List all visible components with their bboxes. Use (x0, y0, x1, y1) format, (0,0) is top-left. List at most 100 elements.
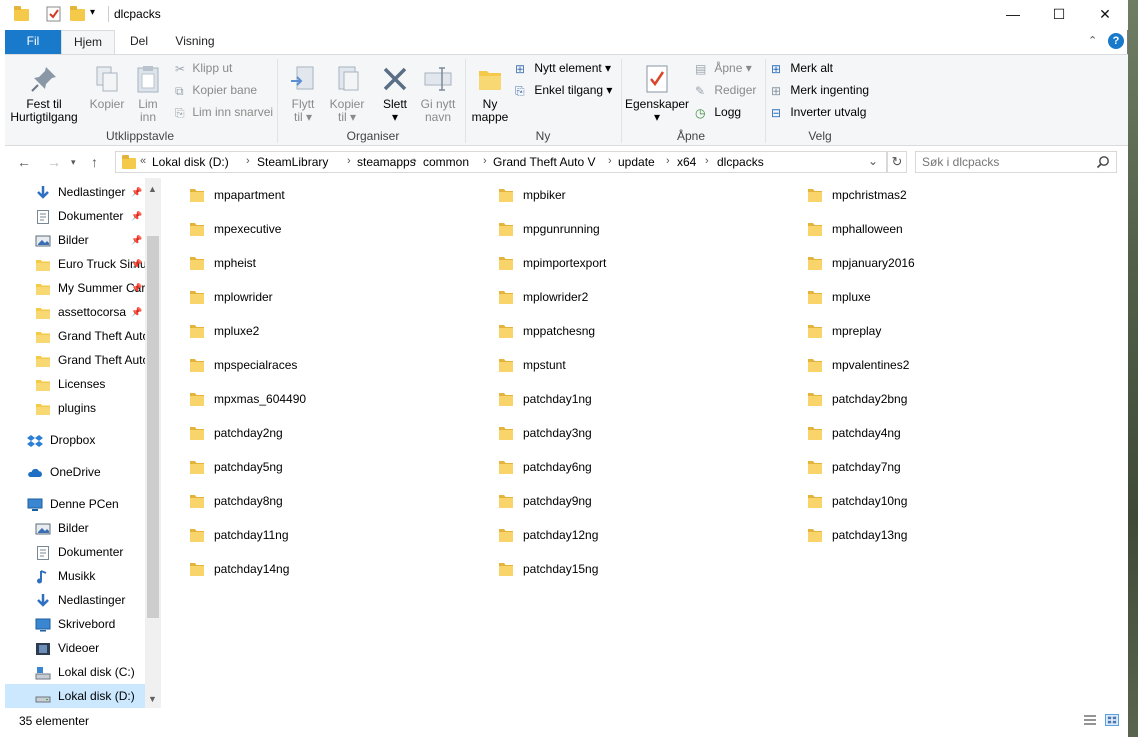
help-icon[interactable]: ? (1108, 33, 1124, 49)
select-none-button[interactable]: ⊞ Merk ingenting (771, 81, 869, 101)
folder-item[interactable]: patchday11ng (161, 524, 401, 548)
nav-item-quick-access[interactable]: Grand Theft Auto (5, 324, 145, 348)
minimize-button[interactable]: — (990, 0, 1036, 30)
nav-item-dropbox[interactable]: Dropbox (5, 428, 145, 452)
large-icons-view-icon[interactable] (1105, 714, 1119, 726)
crumb-lokal-disk[interactable]: Lokal disk (D:) (152, 155, 229, 169)
nav-item-this-pc-child[interactable]: Nedlastinger (5, 588, 145, 612)
nav-item-quick-access[interactable]: Nedlastinger 📌 (5, 180, 145, 204)
folder-item[interactable]: mphalloween (779, 218, 1019, 242)
folder-item[interactable]: mpimportexport (470, 252, 710, 276)
history-button[interactable]: ◷ Logg (695, 103, 741, 123)
search-icon[interactable] (1096, 155, 1110, 169)
folder-item[interactable]: mpchristmas2 (779, 184, 1019, 208)
nav-item-quick-access[interactable]: Bilder 📌 (5, 228, 145, 252)
nav-item-quick-access[interactable]: Dokumenter 📌 (5, 204, 145, 228)
recent-dropdown-icon[interactable]: ▾ (71, 157, 76, 168)
paste-shortcut-button[interactable]: ⎘ Lim inn snarvei (175, 103, 273, 123)
rename-button[interactable]: Gi nytt navn (415, 63, 461, 124)
nav-item-this-pc-child[interactable]: Skrivebord (5, 612, 145, 636)
nav-item-this-pc-child[interactable]: Lokal disk (D:) (5, 684, 145, 708)
scroll-thumb[interactable] (147, 236, 159, 618)
folder-item[interactable]: mpxmas_604490 (161, 388, 401, 412)
close-button[interactable]: ✕ (1082, 0, 1128, 30)
folder-item[interactable]: patchday1ng (470, 388, 710, 412)
folder-item[interactable]: patchday14ng (161, 558, 401, 582)
nav-item-this-pc-child[interactable]: Lokal disk (C:) (5, 660, 145, 684)
folder-item[interactable]: patchday3ng (470, 422, 710, 446)
maximize-button[interactable]: ☐ (1036, 0, 1082, 30)
search-box[interactable] (915, 151, 1117, 173)
refresh-button[interactable]: ↻ (887, 151, 907, 173)
folder-item[interactable]: mpgunrunning (470, 218, 710, 242)
invert-selection-button[interactable]: ⊟ Inverter utvalg (771, 103, 866, 123)
crumb-common[interactable]: common (423, 155, 469, 169)
folder-item[interactable]: mpvalentines2 (779, 354, 1019, 378)
folder-item[interactable]: mplowrider2 (470, 286, 710, 310)
crumb-dlcpacks[interactable]: dlcpacks (717, 155, 764, 169)
edit-button[interactable]: ✎ Rediger (695, 81, 756, 101)
crumb-update[interactable]: update (618, 155, 655, 169)
nav-item-onedrive[interactable]: OneDrive (5, 460, 145, 484)
copy-to-button[interactable]: Kopier til ▾ (325, 63, 369, 124)
up-arrow-icon[interactable]: ↑ (91, 154, 98, 170)
folder-item[interactable]: patchday5ng (161, 456, 401, 480)
paste-button[interactable]: Lim inn (131, 63, 165, 124)
folder-item[interactable]: mppatchesng (470, 320, 710, 344)
move-to-button[interactable]: Flytt til ▾ (283, 63, 323, 124)
new-folder-button[interactable]: Ny mappe (469, 63, 511, 124)
delete-button[interactable]: Slett ▾ (377, 63, 413, 124)
nav-item-quick-access[interactable]: My Summer Car 📌 (5, 276, 145, 300)
tab-fil[interactable]: Fil (5, 30, 61, 54)
overflow-chevron-icon[interactable]: « (140, 155, 146, 167)
scroll-down-icon[interactable]: ▼ (148, 694, 157, 704)
folder-item[interactable]: patchday8ng (161, 490, 401, 514)
nav-item-this-pc-child[interactable]: Dokumenter (5, 540, 145, 564)
folder-item[interactable]: patchday7ng (779, 456, 1019, 480)
folder-item[interactable]: mpapartment (161, 184, 401, 208)
folder-item[interactable]: mpluxe2 (161, 320, 401, 344)
folder-item[interactable]: mpspecialraces (161, 354, 401, 378)
nav-item-quick-access[interactable]: Euro Truck Simulator📌 (5, 252, 145, 276)
crumb-steamlibrary[interactable]: SteamLibrary (257, 155, 328, 169)
details-view-icon[interactable] (1083, 714, 1097, 726)
crumb-gta-v[interactable]: Grand Theft Auto V (493, 155, 596, 169)
easy-access-button[interactable]: ⎘ Enkel tilgang ▾ (515, 81, 612, 101)
folder-item[interactable]: mpexecutive (161, 218, 401, 242)
pin-quick-access-button[interactable]: Fest til Hurtigtilgang (9, 63, 79, 124)
back-arrow-icon[interactable]: ← (17, 154, 31, 170)
cut-button[interactable]: ✂ Klipp ut (175, 59, 232, 79)
copy-button[interactable]: Kopier (85, 63, 129, 111)
nav-item-quick-access[interactable]: assettocorsa 📌 (5, 300, 145, 324)
tab-visning[interactable]: Visning (163, 30, 227, 54)
folder-item[interactable]: patchday12ng (470, 524, 710, 548)
folder-item[interactable]: patchday2bng (779, 388, 1019, 412)
folder-item[interactable]: mplowrider (161, 286, 401, 310)
tab-del[interactable]: Del (117, 30, 161, 54)
scroll-up-icon[interactable]: ▲ (148, 184, 157, 194)
folder-item[interactable]: mpheist (161, 252, 401, 276)
folder-item[interactable]: patchday9ng (470, 490, 710, 514)
nav-item-quick-access[interactable]: plugins (5, 396, 145, 420)
nav-item-quick-access[interactable]: Licenses (5, 372, 145, 396)
nav-item-quick-access[interactable]: Grand Theft Auto (5, 348, 145, 372)
folder-item[interactable]: patchday6ng (470, 456, 710, 480)
nav-item-this-pc[interactable]: Denne PCen (5, 492, 145, 516)
folder-item[interactable]: patchday15ng (470, 558, 710, 582)
address-bar[interactable]: « Lokal disk (D:) › SteamLibrary › steam… (115, 151, 887, 173)
forward-arrow-icon[interactable]: → (47, 154, 61, 170)
folder-item[interactable]: patchday13ng (779, 524, 1019, 548)
nav-item-this-pc-child[interactable]: Bilder (5, 516, 145, 540)
new-item-button[interactable]: ⊞ Nytt element ▾ (515, 59, 611, 79)
collapse-ribbon-icon[interactable]: ⌃ (1088, 34, 1097, 47)
address-dropdown-icon[interactable]: ⌄ (868, 154, 878, 168)
folder-item[interactable]: patchday2ng (161, 422, 401, 446)
qat-dropdown-icon[interactable]: ▾ (90, 7, 95, 18)
open-button[interactable]: ▤ Åpne ▾ (695, 59, 752, 79)
folder-item[interactable]: mpbiker (470, 184, 710, 208)
folder-item[interactable]: mpjanuary2016 (779, 252, 1019, 276)
copy-path-button[interactable]: ⧉ Kopier bane (175, 81, 257, 101)
nav-scrollbar[interactable]: ▲ ▼ (145, 178, 161, 708)
folder-item[interactable]: mpluxe (779, 286, 1019, 310)
folder-item[interactable]: patchday10ng (779, 490, 1019, 514)
